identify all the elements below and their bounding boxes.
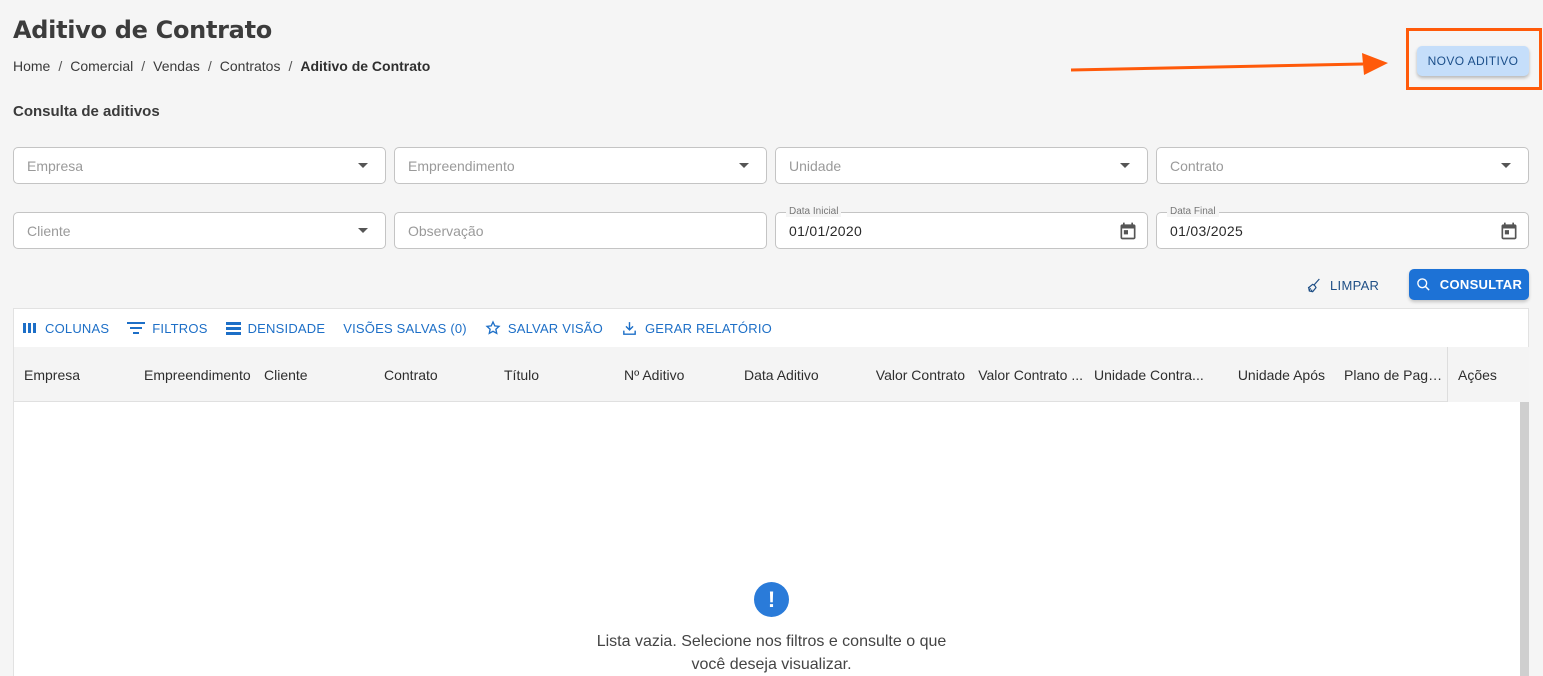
breadcrumb-comercial[interactable]: Comercial [70, 58, 133, 74]
observacao-placeholder: Observação [408, 222, 484, 239]
column-header-unidade-apos[interactable]: Unidade Após [1214, 347, 1325, 402]
column-header-valor-contrato-apos[interactable]: Valor Contrato ... [969, 347, 1083, 402]
observacao-input[interactable]: Observação [394, 212, 767, 249]
calendar-icon[interactable] [1499, 221, 1519, 241]
column-header-unidade-contrato[interactable]: Unidade Contra... [1094, 347, 1209, 402]
density-icon [225, 321, 241, 335]
data-grid: COLUNAS FILTROS DENSIDADE VISÕES SALVAS … [13, 308, 1529, 676]
empresa-placeholder: Empresa [27, 157, 84, 174]
column-header-titulo[interactable]: Título [504, 347, 622, 402]
breadcrumb-separator: / [288, 58, 293, 74]
data-inicial-field[interactable]: Data Inicial 01/01/2020 [775, 206, 1148, 249]
empreendimento-select[interactable]: Empreendimento [394, 147, 767, 184]
breadcrumb-separator: / [141, 58, 146, 74]
column-header-empreendimento[interactable]: Empreendimento [144, 347, 262, 402]
breadcrumb-separator: / [207, 58, 212, 74]
data-inicial-label: Data Inicial [786, 206, 842, 217]
chevron-down-icon [358, 228, 368, 233]
data-final-field[interactable]: Data Final 01/03/2025 [1156, 206, 1529, 249]
column-header-empresa[interactable]: Empresa [24, 347, 142, 402]
chevron-down-icon [1120, 163, 1130, 168]
vertical-scrollbar[interactable] [1520, 402, 1529, 676]
empty-state-line-2: você deseja visualizar. [691, 656, 852, 673]
chevron-down-icon [739, 163, 749, 168]
densidade-label: DENSIDADE [247, 320, 326, 336]
limpar-label: LIMPAR [1330, 277, 1380, 293]
densidade-button[interactable]: DENSIDADE [225, 320, 326, 336]
novo-aditivo-button[interactable]: NOVO ADITIVO [1417, 46, 1529, 76]
unidade-placeholder: Unidade [789, 157, 842, 174]
breadcrumb-vendas[interactable]: Vendas [153, 58, 200, 74]
chevron-down-icon [358, 163, 368, 168]
grid-header: Empresa Empreendimento Cliente Contrato … [14, 347, 1529, 402]
column-header-valor-contrato[interactable]: Valor Contrato [844, 347, 965, 402]
visoes-salvas-label: VISÕES SALVAS (0) [343, 320, 467, 336]
limpar-button[interactable]: LIMPAR [1306, 274, 1379, 296]
gerar-relatorio-label: GERAR RELATÓRIO [644, 320, 772, 336]
salvar-visao-button[interactable]: SALVAR VISÃO [485, 320, 603, 336]
column-header-contrato[interactable]: Contrato [384, 347, 502, 402]
filtros-label: FILTROS [152, 320, 208, 336]
data-final-value: 01/03/2025 [1170, 222, 1244, 239]
contrato-select[interactable]: Contrato [1156, 147, 1529, 184]
empty-state-message: Lista vazia. Selecione nos filtros e con… [574, 630, 969, 676]
colunas-label: COLUNAS [45, 320, 110, 336]
broom-icon [1307, 278, 1320, 293]
chevron-down-icon [1501, 163, 1511, 168]
consultar-label: CONSULTAR [1439, 277, 1523, 292]
filter-icon [127, 322, 146, 334]
column-header-acoes: Ações [1447, 347, 1529, 402]
calendar-icon[interactable] [1118, 221, 1138, 241]
annotation-arrow-icon [1070, 53, 1388, 75]
data-inicial-value: 01/01/2020 [789, 222, 863, 239]
column-header-plano-pagamento[interactable]: Plano de Paga... [1344, 347, 1446, 402]
contrato-placeholder: Contrato [1170, 157, 1224, 174]
colunas-button[interactable]: COLUNAS [22, 321, 109, 336]
empreendimento-placeholder: Empreendimento [408, 157, 515, 174]
column-header-cliente[interactable]: Cliente [264, 347, 382, 402]
columns-icon [23, 323, 36, 333]
unidade-select[interactable]: Unidade [775, 147, 1148, 184]
gerar-relatorio-button[interactable]: GERAR RELATÓRIO [621, 320, 772, 337]
info-icon: ! [754, 582, 789, 617]
cliente-placeholder: Cliente [27, 222, 71, 239]
download-icon [623, 321, 636, 335]
section-title: Consulta de aditivos [13, 103, 160, 120]
breadcrumb-home[interactable]: Home [13, 58, 50, 74]
empty-state-line-1: Lista vazia. Selecione nos filtros e con… [596, 633, 947, 650]
filtros-button[interactable]: FILTROS [127, 321, 207, 336]
salvar-visao-label: SALVAR VISÃO [507, 320, 603, 336]
breadcrumb-contratos[interactable]: Contratos [220, 58, 281, 74]
breadcrumb: Home / Comercial / Vendas / Contratos / … [13, 58, 430, 74]
search-icon [1416, 278, 1430, 291]
data-final-label: Data Final [1167, 206, 1219, 217]
page-title: Aditivo de Contrato [13, 16, 272, 44]
consultar-button[interactable]: CONSULTAR [1409, 269, 1529, 300]
grid-toolbar: COLUNAS FILTROS DENSIDADE VISÕES SALVAS … [14, 309, 1528, 347]
column-header-numero-aditivo[interactable]: Nº Aditivo [624, 347, 742, 402]
star-icon [485, 320, 501, 335]
breadcrumb-current: Aditivo de Contrato [300, 58, 431, 74]
empresa-select[interactable]: Empresa [13, 147, 386, 184]
visoes-salvas-button[interactable]: VISÕES SALVAS (0) [343, 321, 467, 336]
breadcrumb-separator: / [58, 58, 63, 74]
cliente-select[interactable]: Cliente [13, 212, 386, 249]
